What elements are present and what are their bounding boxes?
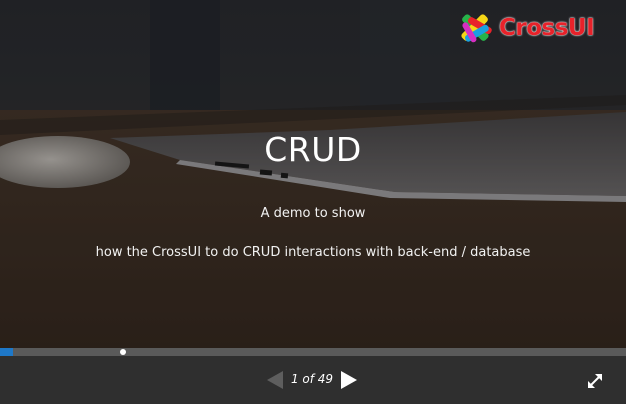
crossui-logo-icon: [461, 14, 492, 43]
slide: CRUD A demo to show how the CrossUI to d…: [0, 0, 626, 348]
player-controls: 1 of 49: [0, 356, 626, 404]
slide-counter: 1 of 49: [290, 372, 334, 386]
triangle-left-icon: [267, 371, 283, 389]
slide-viewer: CRUD A demo to show how the CrossUI to d…: [0, 0, 626, 404]
logo-text: CrossUI: [499, 15, 595, 41]
background-photo: [0, 0, 626, 348]
progress-bar[interactable]: [0, 348, 626, 356]
triangle-right-icon: [341, 371, 357, 389]
slide-description: how the CrossUI to do CRUD interactions …: [95, 245, 531, 260]
next-slide-button[interactable]: [340, 370, 358, 390]
crossui-logo: CrossUI: [455, 6, 595, 50]
progress-handle[interactable]: [120, 349, 126, 355]
fullscreen-button[interactable]: [587, 373, 603, 389]
slide-subtitle: A demo to show: [260, 206, 366, 221]
previous-slide-button[interactable]: [266, 370, 284, 390]
slide-title: CRUD: [264, 130, 362, 169]
progress-fill: [0, 348, 13, 356]
expand-arrows-icon: [588, 374, 602, 388]
